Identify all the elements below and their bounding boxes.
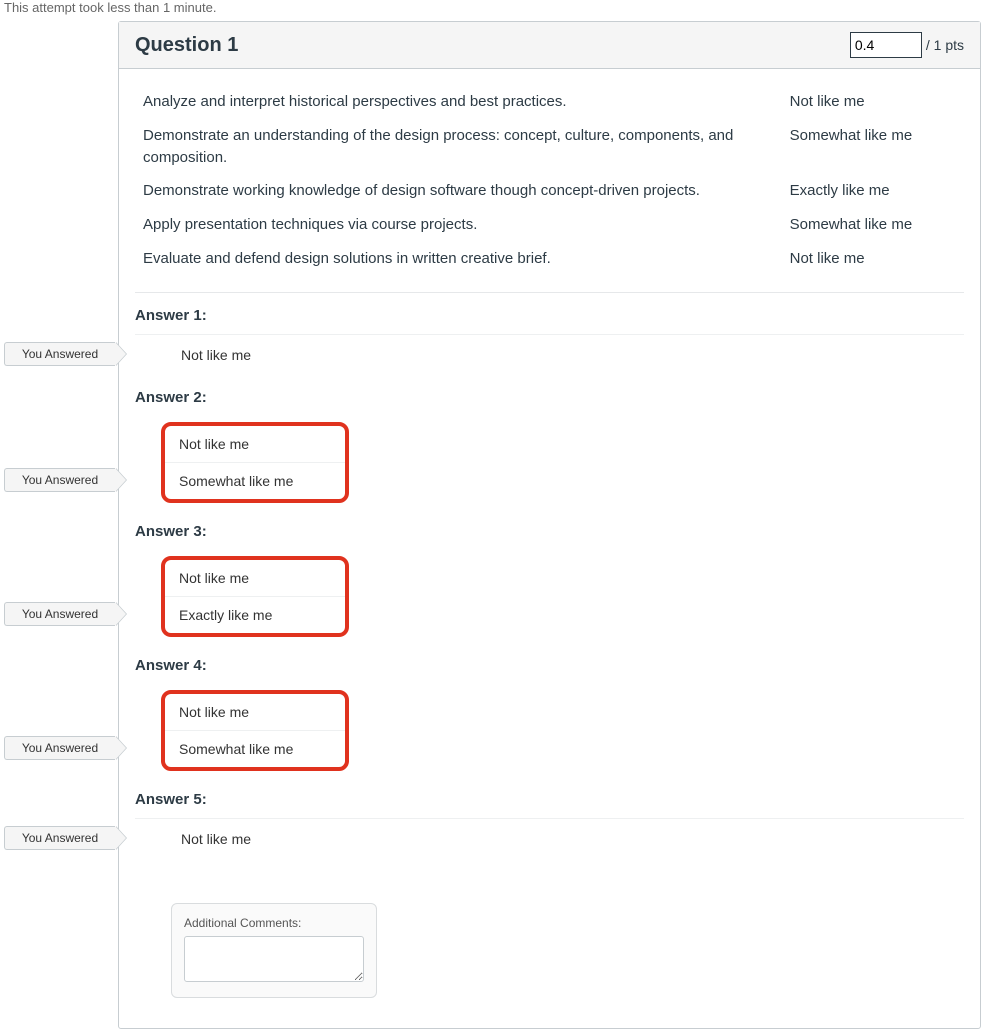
answer-given: Not like me bbox=[135, 335, 964, 375]
prompt-response: Exactly like me bbox=[782, 174, 964, 208]
prompt-text: Apply presentation techniques via course… bbox=[135, 208, 782, 242]
comments-label: Additional Comments: bbox=[184, 916, 364, 930]
answer-heading: Answer 1: bbox=[135, 293, 964, 334]
answer-given: Not like me bbox=[135, 819, 964, 859]
answer-option: Not like me bbox=[165, 694, 345, 730]
prompt-row: Evaluate and defend design solutions in … bbox=[135, 242, 964, 276]
question-header: Question 1 / 1 pts bbox=[119, 22, 980, 69]
prompt-text: Demonstrate working knowledge of design … bbox=[135, 174, 782, 208]
you-answered-tag: You Answered bbox=[4, 826, 115, 850]
additional-comments-box: Additional Comments: bbox=[171, 903, 377, 998]
prompt-text: Analyze and interpret historical perspec… bbox=[135, 85, 782, 119]
answer-options-highlight: Not like me Somewhat like me bbox=[161, 422, 349, 503]
score-input[interactable] bbox=[850, 32, 922, 58]
answer-row: Not like me bbox=[135, 334, 964, 375]
answer-option: Somewhat like me bbox=[165, 462, 345, 499]
answer-option: Not like me bbox=[165, 560, 345, 596]
answer-option: Not like me bbox=[165, 426, 345, 462]
answer-block: Answer 1: Not like me bbox=[135, 293, 964, 375]
prompt-response: Somewhat like me bbox=[782, 119, 964, 175]
you-answered-tag: You Answered bbox=[4, 468, 115, 492]
answer-row: Not like me bbox=[135, 818, 964, 859]
attempt-note: This attempt took less than 1 minute. bbox=[0, 0, 999, 21]
answer-heading: Answer 3: bbox=[135, 509, 964, 550]
prompt-text: Evaluate and defend design solutions in … bbox=[135, 242, 782, 276]
answer-option: Exactly like me bbox=[165, 596, 345, 633]
answer-block: Answer 3: Not like me Exactly like me bbox=[135, 509, 964, 643]
you-answered-tag: You Answered bbox=[4, 736, 115, 760]
prompt-response: Not like me bbox=[782, 242, 964, 276]
points-suffix: / 1 pts bbox=[926, 37, 964, 53]
answer-heading: Answer 4: bbox=[135, 643, 964, 684]
prompt-row: Demonstrate an understanding of the desi… bbox=[135, 119, 964, 175]
question-title: Question 1 bbox=[135, 34, 238, 57]
prompt-row: Demonstrate working knowledge of design … bbox=[135, 174, 964, 208]
prompt-response: Not like me bbox=[782, 85, 964, 119]
you-answered-tag: You Answered bbox=[4, 342, 115, 366]
prompt-response: Somewhat like me bbox=[782, 208, 964, 242]
answer-block: Answer 2: Not like me Somewhat like me bbox=[135, 375, 964, 509]
prompt-text: Demonstrate an understanding of the desi… bbox=[135, 119, 782, 175]
points-box: / 1 pts bbox=[850, 32, 964, 58]
answer-heading: Answer 5: bbox=[135, 777, 964, 818]
prompt-row: Apply presentation techniques via course… bbox=[135, 208, 964, 242]
answer-options-highlight: Not like me Exactly like me bbox=[161, 556, 349, 637]
answer-option: Somewhat like me bbox=[165, 730, 345, 767]
answer-block: Answer 5: Not like me bbox=[135, 777, 964, 859]
answer-block: Answer 4: Not like me Somewhat like me bbox=[135, 643, 964, 777]
question-card: Question 1 / 1 pts Analyze and interpret… bbox=[118, 21, 981, 1029]
prompt-row: Analyze and interpret historical perspec… bbox=[135, 85, 964, 119]
comments-textarea[interactable] bbox=[184, 936, 364, 982]
prompt-table: Analyze and interpret historical perspec… bbox=[135, 85, 964, 276]
you-answered-tag: You Answered bbox=[4, 602, 115, 626]
answer-options-highlight: Not like me Somewhat like me bbox=[161, 690, 349, 771]
answer-heading: Answer 2: bbox=[135, 375, 964, 416]
